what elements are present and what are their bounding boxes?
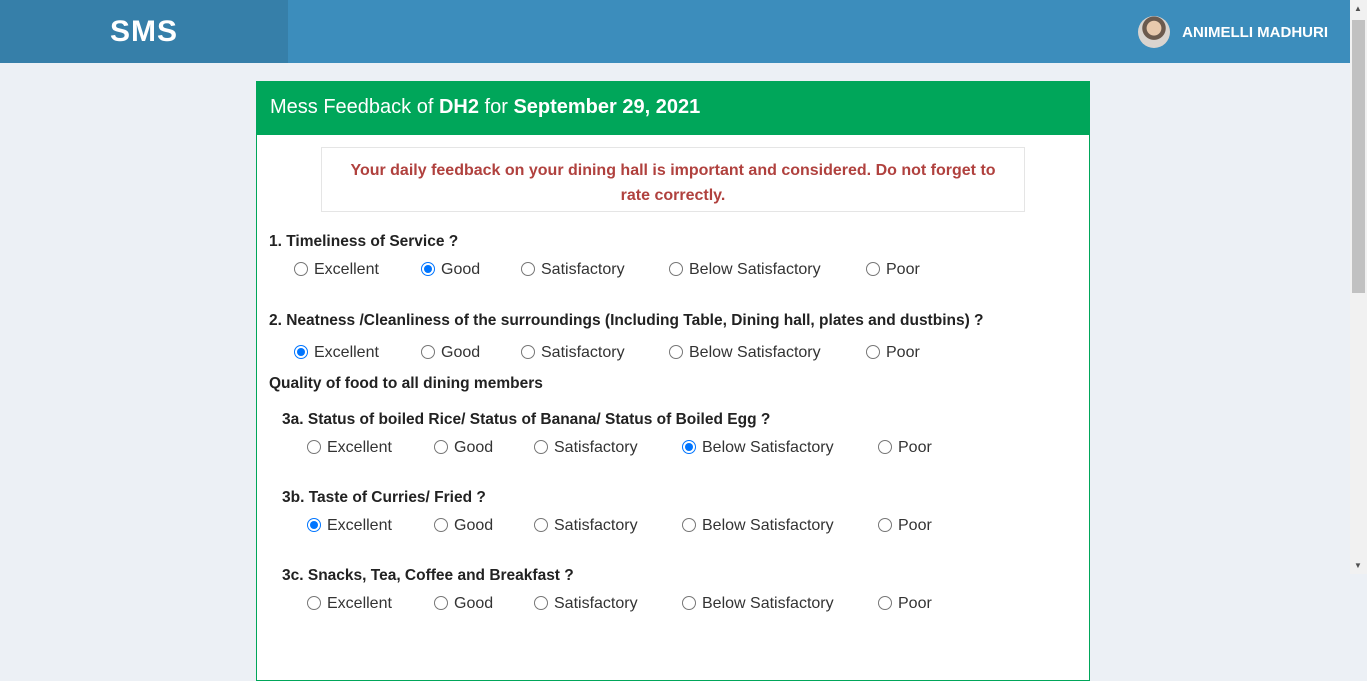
radio-button[interactable] — [669, 345, 683, 359]
rating-option-good[interactable]: Good — [434, 439, 493, 457]
rating-option-below-satisfactory[interactable]: Below Satisfactory — [682, 517, 834, 535]
option-label: Satisfactory — [541, 344, 625, 361]
option-label: Good — [454, 595, 494, 612]
option-label: Poor — [886, 344, 920, 361]
question-label: 1. Timeliness of Service ? — [269, 233, 459, 250]
option-label: Good — [454, 517, 494, 534]
card-title: Mess Feedback of DH2 for September 29, 2… — [257, 83, 1089, 135]
option-label: Satisfactory — [554, 517, 638, 534]
rating-option-below-satisfactory[interactable]: Below Satisfactory — [682, 439, 834, 457]
option-label: Poor — [898, 439, 932, 456]
rating-option-excellent[interactable]: Excellent — [294, 344, 379, 362]
rating-option-satisfactory[interactable]: Satisfactory — [534, 439, 638, 457]
radio-button[interactable] — [682, 440, 696, 454]
radio-button[interactable] — [294, 345, 308, 359]
feedback-card: Mess Feedback of DH2 for September 29, 2… — [256, 81, 1090, 681]
radio-button[interactable] — [294, 262, 308, 276]
scrollbar-thumb[interactable] — [1352, 20, 1365, 293]
title-mid: for — [478, 96, 514, 118]
radio-button[interactable] — [521, 262, 535, 276]
option-label: Below Satisfactory — [689, 344, 821, 361]
rating-option-good[interactable]: Good — [434, 517, 493, 535]
rating-option-below-satisfactory[interactable]: Below Satisfactory — [669, 261, 821, 279]
option-label: Excellent — [314, 261, 379, 278]
question-label: 3a. Status of boiled Rice/ Status of Ban… — [282, 411, 771, 428]
option-label: Poor — [898, 595, 932, 612]
radio-button[interactable] — [421, 345, 435, 359]
rating-option-below-satisfactory[interactable]: Below Satisfactory — [669, 344, 821, 362]
radio-button[interactable] — [669, 262, 683, 276]
option-label: Poor — [886, 261, 920, 278]
radio-button[interactable] — [878, 518, 892, 532]
page-scrollbar[interactable]: ▲ ▼ — [1350, 0, 1367, 574]
question-label: 3c. Snacks, Tea, Coffee and Breakfast ? — [282, 567, 574, 584]
radio-button[interactable] — [878, 440, 892, 454]
rating-option-poor[interactable]: Poor — [866, 344, 920, 362]
radio-button[interactable] — [434, 596, 448, 610]
radio-button[interactable] — [307, 596, 321, 610]
rating-option-below-satisfactory[interactable]: Below Satisfactory — [682, 595, 834, 613]
radio-button[interactable] — [682, 596, 696, 610]
radio-button[interactable] — [421, 262, 435, 276]
rating-option-excellent[interactable]: Excellent — [307, 439, 392, 457]
rating-option-satisfactory[interactable]: Satisfactory — [521, 261, 625, 279]
rating-option-excellent[interactable]: Excellent — [294, 261, 379, 279]
dining-hall: DH2 — [438, 96, 479, 118]
rating-option-poor[interactable]: Poor — [878, 595, 932, 613]
feedback-date: September 29, 2021 — [513, 96, 701, 118]
rating-option-excellent[interactable]: Excellent — [307, 517, 392, 535]
brand-logo[interactable]: SMS — [0, 0, 288, 63]
title-prefix: Mess Feedback of — [270, 96, 439, 118]
rating-option-satisfactory[interactable]: Satisfactory — [521, 344, 625, 362]
user-menu[interactable]: ANIMELLI MADHURI — [1138, 16, 1328, 48]
option-label: Excellent — [314, 344, 379, 361]
scroll-up-icon[interactable]: ▲ — [1354, 4, 1362, 13]
rating-option-poor[interactable]: Poor — [866, 261, 920, 279]
option-label: Below Satisfactory — [702, 517, 834, 534]
option-label: Below Satisfactory — [702, 595, 834, 612]
radio-button[interactable] — [534, 596, 548, 610]
radio-button[interactable] — [534, 440, 548, 454]
question-label: 2. Neatness /Cleanliness of the surround… — [269, 312, 984, 329]
radio-button[interactable] — [682, 518, 696, 532]
option-label: Below Satisfactory — [689, 261, 821, 278]
option-label: Satisfactory — [554, 595, 638, 612]
radio-button[interactable] — [434, 518, 448, 532]
option-label: Below Satisfactory — [702, 439, 834, 456]
radio-button[interactable] — [307, 440, 321, 454]
rating-option-poor[interactable]: Poor — [878, 439, 932, 457]
user-avatar — [1138, 16, 1171, 48]
radio-button[interactable] — [307, 518, 321, 532]
feedback-notice: Your daily feedback on your dining hall … — [321, 147, 1025, 212]
scroll-down-icon[interactable]: ▼ — [1354, 561, 1362, 570]
radio-button[interactable] — [534, 518, 548, 532]
rating-option-excellent[interactable]: Excellent — [307, 595, 392, 613]
option-label: Satisfactory — [554, 439, 638, 456]
rating-option-good[interactable]: Good — [421, 261, 480, 279]
user-name: ANIMELLI MADHURI — [1182, 23, 1328, 41]
option-label: Excellent — [327, 517, 392, 534]
rating-option-satisfactory[interactable]: Satisfactory — [534, 595, 638, 613]
rating-option-good[interactable]: Good — [421, 344, 480, 362]
radio-button[interactable] — [866, 262, 880, 276]
radio-button[interactable] — [878, 596, 892, 610]
question-label: 3b. Taste of Curries/ Fried ? — [282, 489, 486, 506]
option-label: Good — [441, 261, 481, 278]
top-navbar: SMS ANIMELLI MADHURI — [0, 0, 1350, 63]
option-label: Excellent — [327, 439, 392, 456]
rating-option-good[interactable]: Good — [434, 595, 493, 613]
option-label: Good — [454, 439, 494, 456]
radio-button[interactable] — [521, 345, 535, 359]
radio-button[interactable] — [866, 345, 880, 359]
rating-option-poor[interactable]: Poor — [878, 517, 932, 535]
option-label: Excellent — [327, 595, 392, 612]
option-label: Satisfactory — [541, 261, 625, 278]
radio-button[interactable] — [434, 440, 448, 454]
section-heading: Quality of food to all dining members — [269, 375, 543, 392]
option-label: Good — [441, 344, 481, 361]
rating-option-satisfactory[interactable]: Satisfactory — [534, 517, 638, 535]
option-label: Poor — [898, 517, 932, 534]
